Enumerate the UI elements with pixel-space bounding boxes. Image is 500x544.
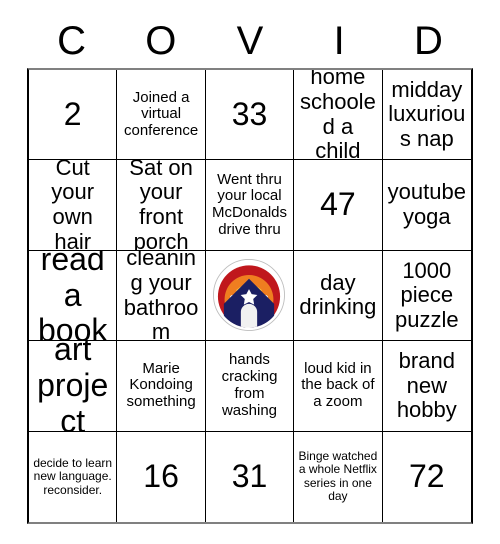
- synagogue-logo-icon: [213, 259, 286, 332]
- bingo-cell-label: 2: [63, 95, 82, 132]
- bingo-card-header: C O V I D: [27, 14, 473, 68]
- bingo-cell[interactable]: Marie Kondoing something: [117, 341, 206, 432]
- bingo-cell[interactable]: read a book: [29, 250, 118, 342]
- bingo-cell[interactable]: Went thru your local McDonalds drive thr…: [205, 160, 295, 251]
- bingo-cell[interactable]: Binge watched a whole Netflix series in …: [294, 431, 383, 522]
- bingo-cell[interactable]: youtube yoga: [382, 160, 471, 251]
- bingo-cell-label: 33: [231, 95, 268, 132]
- bingo-card: C O V I D 2 Joined a virtual conference 33…: [27, 14, 473, 524]
- bingo-cell-label: brand new hobby: [396, 347, 457, 423]
- bingo-cell-label: Marie Kondoing something: [126, 359, 196, 411]
- bingo-cell[interactable]: brand new hobby: [382, 341, 471, 432]
- bingo-cell-label: hands cracking from washing: [221, 351, 278, 419]
- bingo-cell[interactable]: hands cracking from washing: [205, 341, 295, 432]
- bingo-cell-label: read a book: [38, 250, 108, 342]
- bingo-cell-label: youtube yoga: [387, 179, 466, 230]
- bingo-cell[interactable]: 47: [294, 160, 383, 251]
- bingo-cell-label: Joined a virtual conference: [123, 88, 199, 140]
- bingo-cell-label: Sat on your front porch: [129, 160, 193, 251]
- bingo-cell-label: 16: [143, 457, 179, 494]
- header-letter-3: V: [236, 19, 264, 63]
- bingo-cell-label: midday luxurious nap: [388, 76, 466, 151]
- bingo-cell[interactable]: day drinking: [294, 250, 383, 342]
- bingo-cell[interactable]: 1000 piece puzzle: [382, 251, 471, 342]
- bingo-grid: 2 Joined a virtual conference 33 home schoo…: [27, 68, 473, 524]
- bingo-cell[interactable]: cleaning your bathroom: [117, 250, 206, 342]
- bingo-cell[interactable]: Cut your own hair: [29, 160, 118, 251]
- bingo-cell[interactable]: 72: [383, 432, 471, 522]
- bingo-cell[interactable]: decide to learn new language. reconsider…: [29, 431, 118, 522]
- bingo-cell-label: cleaning your bathroom: [123, 250, 199, 342]
- bingo-cell[interactable]: 31: [206, 431, 295, 522]
- bingo-cell-label: 47: [320, 186, 356, 223]
- bingo-cell-label: Went thru your local McDonalds drive thr…: [211, 170, 287, 238]
- bingo-cell[interactable]: art project: [29, 341, 118, 432]
- bingo-free-space-cell[interactable]: [205, 250, 295, 342]
- bingo-cell-label: Cut your own hair: [51, 160, 95, 251]
- header-letter-5: D: [413, 19, 443, 63]
- bingo-cell[interactable]: home schooled a child: [294, 70, 383, 161]
- bingo-cell[interactable]: 33: [205, 70, 295, 161]
- bingo-cell[interactable]: loud kid in the back of a zoom: [294, 341, 383, 432]
- bingo-cell[interactable]: midday luxurious nap: [382, 70, 471, 161]
- bingo-cell-label: decide to learn new language. reconsider…: [33, 455, 113, 497]
- bingo-cell-label: 72: [409, 457, 445, 494]
- bingo-cell[interactable]: Joined a virtual conference: [117, 70, 206, 161]
- bingo-cell-label: art project: [37, 341, 109, 432]
- bingo-cell[interactable]: Sat on your front porch: [117, 160, 206, 251]
- bingo-cell-label: loud kid in the back of a zoom: [301, 359, 375, 411]
- header-letter-2: O: [145, 19, 177, 63]
- bingo-cell[interactable]: 16: [117, 431, 206, 522]
- bingo-cell-label: day drinking: [299, 269, 377, 320]
- bingo-cell[interactable]: 2: [29, 70, 118, 161]
- header-letter-1: C: [57, 19, 87, 63]
- bingo-cell-label: 31: [231, 457, 268, 494]
- header-letter-4: I: [333, 19, 345, 63]
- bingo-cell-label: home schooled a child: [299, 70, 376, 161]
- bingo-cell-label: Binge watched a whole Netflix series in …: [298, 448, 378, 504]
- bingo-cell-label: 1000 piece puzzle: [395, 257, 459, 332]
